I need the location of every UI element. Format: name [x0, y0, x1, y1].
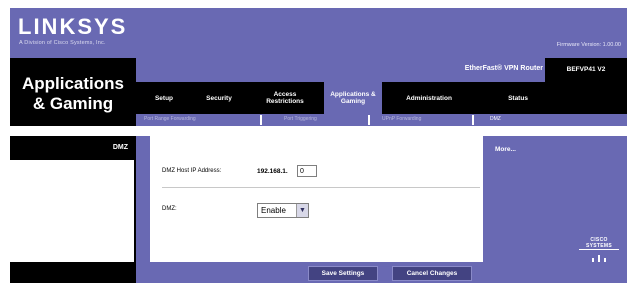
more-help-link[interactable]: More...	[495, 146, 516, 153]
footer-bar: Save Settings Cancel Changes	[136, 262, 483, 283]
spacer	[10, 126, 627, 136]
save-settings-button[interactable]: Save Settings	[308, 266, 378, 281]
subtab-port-triggering[interactable]: Port Triggering	[284, 116, 317, 122]
cancel-changes-button[interactable]: Cancel Changes	[392, 266, 472, 281]
footer-left	[10, 262, 136, 283]
subtab-dmz[interactable]: DMZ	[490, 116, 501, 122]
dmz-label: DMZ:	[162, 206, 177, 212]
section-label: DMZ	[112, 144, 128, 151]
form-divider	[162, 187, 480, 188]
tab-administration[interactable]: Administration	[392, 82, 466, 114]
page-title-line1: Applications	[21, 74, 124, 93]
subtab-separator	[368, 115, 370, 125]
cisco-logo-text: CISCO SYSTEMS	[579, 237, 619, 250]
tab-setup[interactable]: Setup	[142, 82, 186, 114]
dmz-host-ip-label: DMZ Host IP Address:	[162, 168, 222, 174]
top-banner: LINKSYS A Division of Cisco Systems, Inc…	[10, 8, 627, 58]
router-admin-page: LINKSYS A Division of Cisco Systems, Inc…	[0, 0, 635, 283]
dmz-host-ip-input[interactable]	[297, 165, 317, 177]
tab-status[interactable]: Status	[496, 82, 540, 114]
sidebar-spacer	[10, 160, 136, 262]
content-panel	[136, 136, 483, 262]
firmware-version: Firmware Version: 1.00.00	[556, 42, 621, 48]
footer-right	[483, 262, 627, 283]
product-bar: EtherFast® VPN Router BEFVP41 V2	[136, 58, 627, 82]
dmz-select[interactable]: Enable ▼	[257, 203, 309, 218]
subtab-port-range-forwarding[interactable]: Port Range Forwarding	[144, 116, 196, 122]
linksys-logo: LINKSYS	[18, 14, 128, 39]
page-title: Applications & Gaming	[10, 58, 136, 126]
logo-tagline: A Division of Cisco Systems, Inc.	[19, 40, 106, 46]
subtab-separator	[260, 115, 262, 125]
chevron-down-icon[interactable]: ▼	[296, 204, 308, 217]
ip-prefix: 192.168.1.	[257, 168, 288, 175]
help-panel: More... CISCO SYSTEMS	[483, 136, 627, 266]
tab-applications-gaming[interactable]: Applications & Gaming	[324, 82, 382, 114]
model-number: BEFVP41 V2	[545, 58, 627, 82]
main-nav: Setup Security Access Restrictions Appli…	[136, 82, 627, 114]
page-title-line2: & Gaming	[32, 94, 114, 113]
content-edge	[136, 136, 150, 262]
subtab-separator	[472, 115, 474, 125]
product-name: EtherFast® VPN Router	[464, 65, 543, 72]
subtab-upnp-forwarding[interactable]: UPnP Forwarding	[382, 116, 421, 122]
sub-nav: Port Range Forwarding Port Triggering UP…	[136, 114, 627, 126]
cisco-systems-logo: CISCO SYSTEMS	[579, 237, 619, 266]
section-sidebar: DMZ	[10, 136, 136, 262]
tab-security[interactable]: Security	[194, 82, 244, 114]
tab-access-restrictions[interactable]: Access Restrictions	[260, 82, 310, 114]
dmz-select-value: Enable	[261, 206, 286, 215]
